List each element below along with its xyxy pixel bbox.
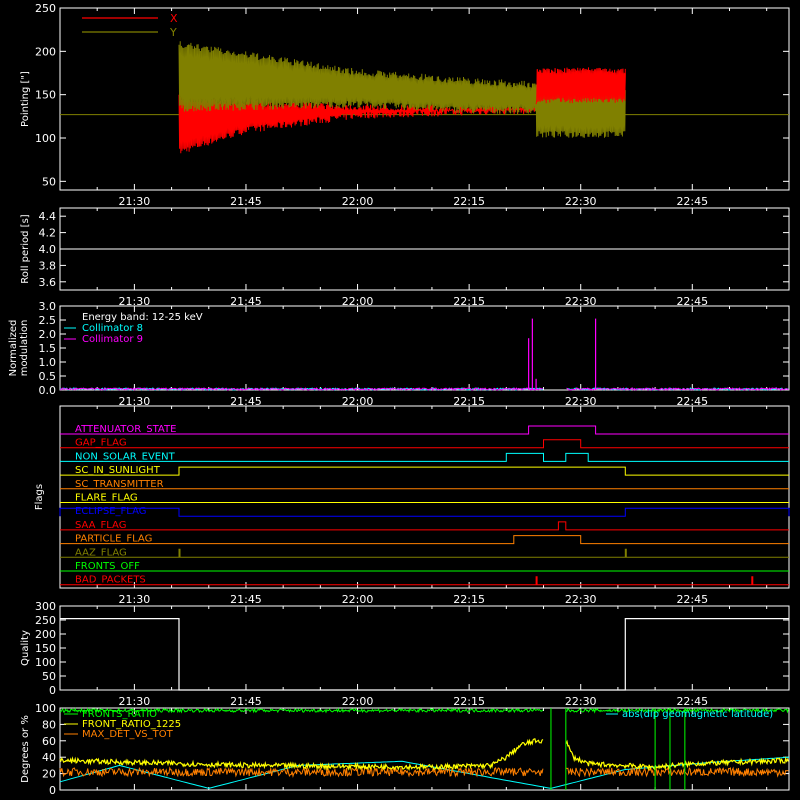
flag-label-attenuator-state: ATTENUATOR_STATE (75, 424, 176, 435)
flag-label-sc-transmitter: SC_TRANSMITTER (75, 479, 164, 490)
legend-label-y: Y (169, 26, 177, 39)
time-tick-label: 22:45 (676, 593, 708, 606)
flag-label-particle-flag: PARTICLE_FLAG (75, 534, 152, 545)
pointing-ytick-label: 200 (35, 45, 56, 58)
modulation-ytick-label: 2.5 (39, 314, 57, 327)
pointing-ytick-label: 100 (35, 132, 56, 145)
time-tick-label: 22:15 (453, 593, 485, 606)
modulation-ytick-label: 2.0 (39, 328, 57, 341)
flag-label-bad-packets: BAD_PACKETS (75, 575, 146, 586)
roll-ytick-label: 4.0 (39, 243, 57, 256)
time-tick-label: 22:00 (342, 195, 374, 208)
quality-ytick-label: 300 (35, 600, 56, 613)
time-tick-label: 21:30 (119, 695, 151, 708)
time-tick-label: 22:45 (676, 695, 708, 708)
time-tick-label: 22:00 (342, 695, 374, 708)
legend-label: Collimator 8 (82, 323, 143, 334)
modulation-ytick-label: 0.5 (39, 370, 57, 383)
degrees-ytick-label: 40 (42, 751, 56, 764)
flag-label-non-solar-event: NON_SOLAR_EVENT (75, 451, 176, 462)
quality-ytick-label: 100 (35, 656, 56, 669)
time-tick-label: 22:30 (565, 195, 597, 208)
time-tick-label: 22:15 (453, 195, 485, 208)
time-tick-label: 21:30 (119, 195, 151, 208)
modulation-ytick-label: 1.0 (39, 356, 57, 369)
degrees-ytick-label: 0 (49, 784, 56, 797)
ylabel-line2: modulation (19, 320, 30, 377)
hessi-observing-summary-plot: 21:30 21:45 22:00 22:15 22:30 22:455010015020… (0, 0, 800, 800)
roll-ytick-label: 3.6 (39, 276, 57, 289)
ylabel-line1: Normalized (8, 320, 19, 377)
time-tick-label: 22:30 (565, 593, 597, 606)
flag-label-sc-in-sunlight: SC_IN_SUNLIGHT (75, 465, 161, 476)
ylabel: Roll period [s] (20, 214, 31, 283)
flag-label-eclipse-flag: ECLIPSE_FLAG (75, 506, 146, 517)
legend-label: Energy band: 12-25 keV (82, 312, 203, 323)
quality-ytick-label: 150 (35, 642, 56, 655)
ylabel: Degrees or % (20, 715, 31, 783)
legend-label-x: X (170, 12, 178, 25)
degrees-ytick-label: 20 (42, 768, 56, 781)
time-tick-label: 21:45 (230, 593, 262, 606)
time-tick-label: 22:00 (342, 593, 374, 606)
modulation-ytick-label: 0.0 (39, 384, 57, 397)
time-tick-label: 22:15 (453, 695, 485, 708)
legend-label-dip: abs(dip geomagnetic latitude) (622, 709, 773, 720)
quality-ytick-label: 250 (35, 614, 56, 627)
ylabel: Flags (34, 484, 45, 510)
flag-label-aaz-flag: AAZ_FLAG (75, 547, 127, 558)
time-tick-label: 21:30 (119, 593, 151, 606)
quality-ytick-label: 50 (42, 670, 56, 683)
legend-label: Collimator 9 (82, 334, 143, 345)
quality-ytick-label: 0 (49, 684, 56, 697)
flag-label-gap-flag: GAP_FLAG (75, 438, 127, 449)
modulation-ytick-label: 1.5 (39, 342, 57, 355)
flag-label-saa-flag: SAA_FLAG (75, 520, 126, 531)
modulation-ytick-label: 3.0 (39, 300, 57, 313)
legend-label: MAX_DET_VS_TOT (82, 729, 174, 740)
degrees-ytick-label: 60 (42, 735, 56, 748)
pointing-ytick-label: 150 (35, 89, 56, 102)
flag-label-fronts-off: FRONTS_OFF (75, 561, 140, 572)
quality-ytick-label: 200 (35, 628, 56, 641)
ylabel: Pointing ["] (20, 71, 31, 127)
roll-ytick-label: 3.8 (39, 259, 57, 272)
roll-ytick-label: 4.2 (39, 227, 57, 240)
flag-label-flare-flag: FLARE_FLAG (75, 493, 138, 504)
pointing-ytick-label: 50 (42, 175, 56, 188)
degrees-ytick-label: 80 (42, 718, 56, 731)
degrees-ytick-label: 100 (35, 702, 56, 715)
ylabel: Quality (20, 630, 31, 666)
pointing-ytick-label: 250 (35, 2, 56, 15)
time-tick-label: 22:30 (565, 695, 597, 708)
roll-ytick-label: 4.4 (39, 210, 57, 223)
time-tick-label: 21:45 (230, 695, 262, 708)
time-tick-label: 21:45 (230, 195, 262, 208)
time-tick-label: 22:45 (676, 195, 708, 208)
